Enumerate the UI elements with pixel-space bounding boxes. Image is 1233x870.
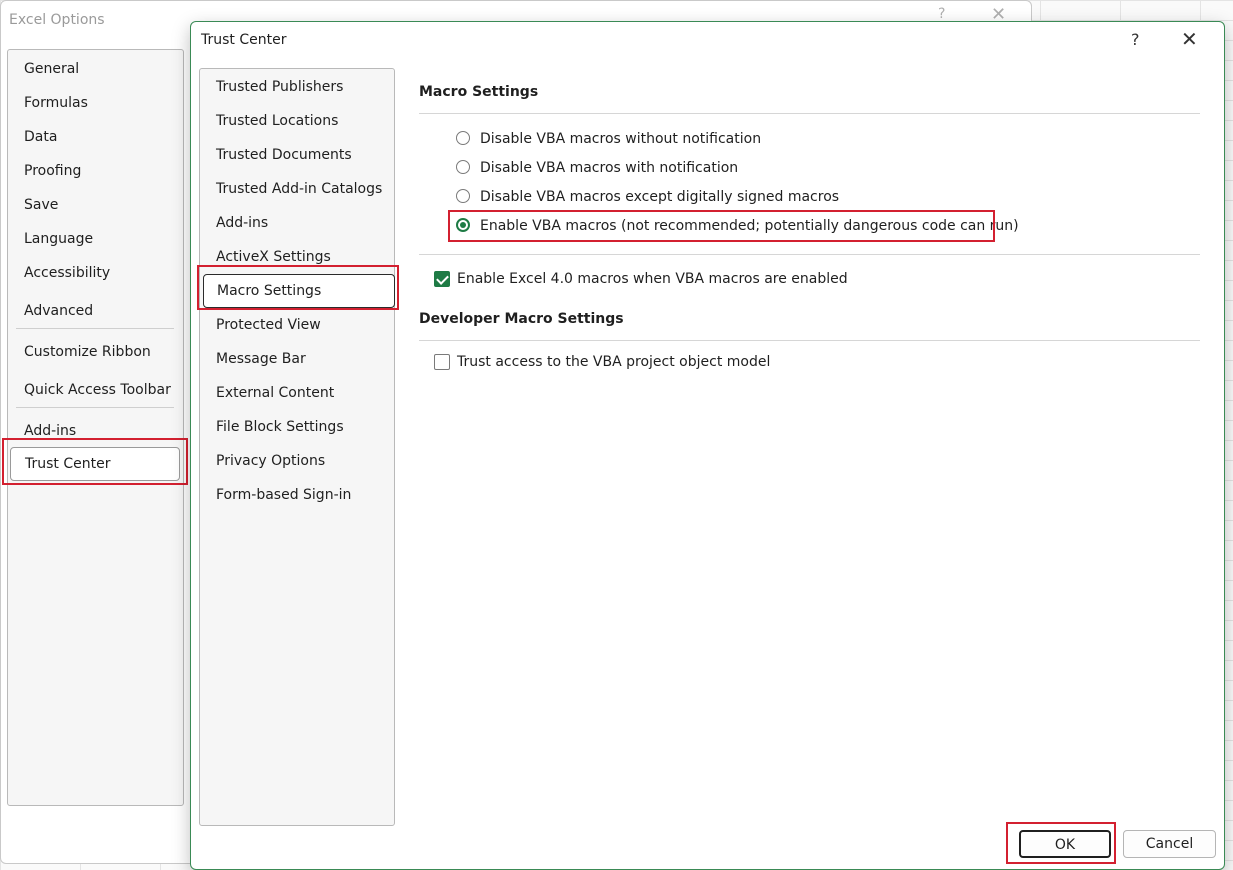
opt-nav-data[interactable]: Data [24,124,57,150]
opt-nav-divider [16,407,174,408]
excel-options-nav: General Formulas Data Proofing Save Lang… [7,49,184,806]
radio-button[interactable] [456,160,470,174]
tc-nav-trusted-locations[interactable]: Trusted Locations [216,108,338,134]
cancel-button[interactable]: Cancel [1123,830,1216,858]
opt-nav-accessibility[interactable]: Accessibility [24,260,110,286]
opt-nav-customize-ribbon[interactable]: Customize Ribbon [24,339,151,365]
tc-nav-protected-view[interactable]: Protected View [216,312,321,338]
opt-nav-formulas[interactable]: Formulas [24,90,88,116]
tc-nav-trusted-documents[interactable]: Trusted Documents [216,142,352,168]
trust-center-title: Trust Center [201,32,287,48]
checkbox-unchecked[interactable] [434,354,450,370]
excel-options-help-icon[interactable]: ? [938,6,945,22]
radio-label: Disable VBA macros with notification [480,160,739,176]
trust-center-nav: Trusted Publishers Trusted Locations Tru… [199,68,395,826]
opt-nav-save[interactable]: Save [24,192,58,218]
tc-nav-external-content[interactable]: External Content [216,380,334,406]
trust-center-highlight [2,438,188,485]
developer-macro-settings-heading: Developer Macro Settings [419,311,624,327]
opt-nav-language[interactable]: Language [24,226,93,252]
checkbox-checked[interactable] [434,271,450,287]
opt-nav-proofing[interactable]: Proofing [24,158,81,184]
help-icon[interactable]: ? [1131,30,1140,49]
section-divider [419,113,1200,114]
opt-nav-divider [16,328,174,329]
checkbox-label: Trust access to the VBA project object m… [457,354,771,370]
radio-button[interactable] [456,189,470,203]
opt-nav-general[interactable]: General [24,56,79,82]
tc-nav-privacy-options[interactable]: Privacy Options [216,448,325,474]
tc-nav-add-ins[interactable]: Add-ins [216,210,268,236]
section-divider [419,340,1200,341]
radio-label: Disable VBA macros without notification [480,131,762,147]
radio-label: Disable VBA macros except digitally sign… [480,189,840,205]
radio-button[interactable] [456,131,470,145]
macro-settings-heading: Macro Settings [419,84,539,100]
tc-nav-form-based-sign-in[interactable]: Form-based Sign-in [216,482,351,508]
tc-nav-trusted-publishers[interactable]: Trusted Publishers [216,74,343,100]
tc-nav-file-block-settings[interactable]: File Block Settings [216,414,344,440]
close-icon[interactable]: ✕ [1181,27,1198,51]
opt-nav-quick-access-toolbar[interactable]: Quick Access Toolbar [24,377,171,403]
excel-options-title: Excel Options [9,12,105,28]
enable-vba-highlight [448,210,995,242]
checkbox-label: Enable Excel 4.0 macros when VBA macros … [457,271,848,287]
ok-button-highlight [1006,822,1116,864]
macro-settings-highlight [197,265,399,310]
trust-center-dialog: Trust Center ? ✕ Trusted Publishers Trus… [190,21,1225,870]
tc-nav-trusted-addin-catalogs[interactable]: Trusted Add-in Catalogs [216,176,382,202]
section-divider [419,254,1200,255]
opt-nav-advanced[interactable]: Advanced [24,298,93,324]
tc-nav-message-bar[interactable]: Message Bar [216,346,306,372]
